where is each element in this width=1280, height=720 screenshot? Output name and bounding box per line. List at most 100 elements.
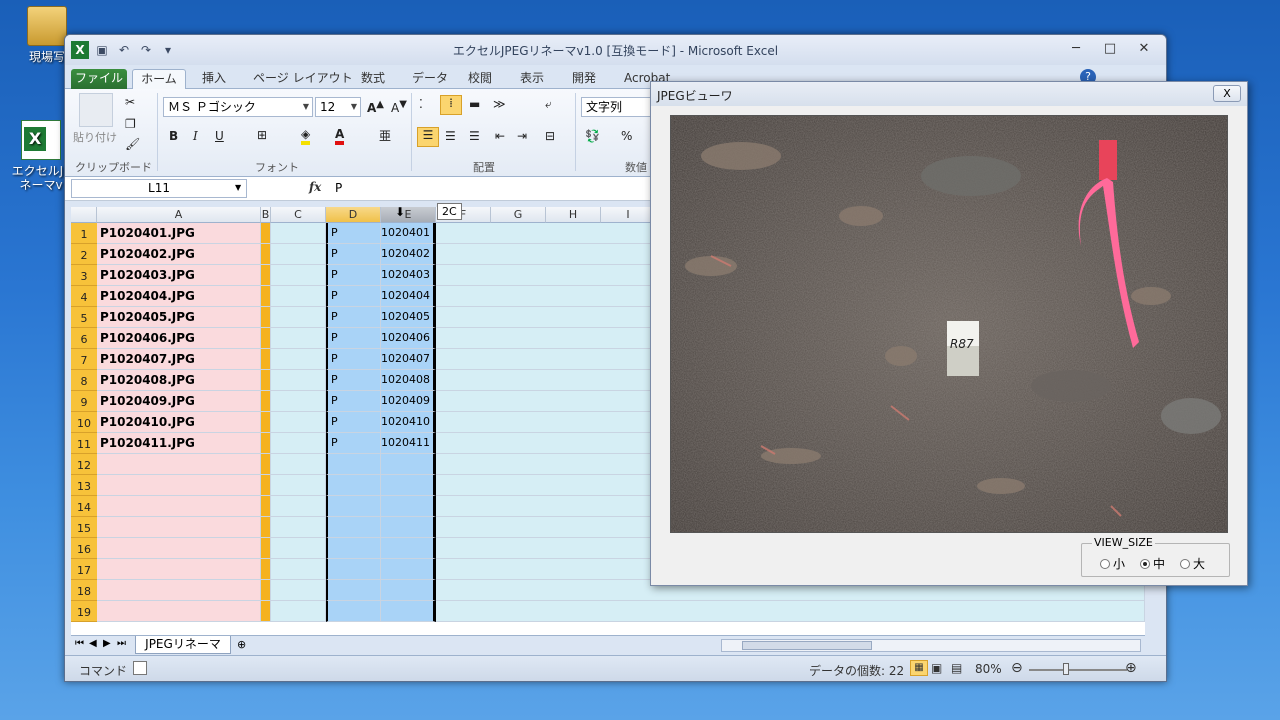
row-header[interactable]: 1 (71, 223, 97, 244)
row-header[interactable]: 15 (71, 517, 97, 538)
cell-d[interactable]: P (326, 370, 381, 391)
cell-b[interactable] (261, 286, 271, 307)
paste-icon[interactable] (79, 93, 113, 127)
align-center-icon[interactable]: ☰ (445, 129, 456, 143)
increase-indent-icon[interactable]: ⇥ (517, 129, 527, 143)
cell-e[interactable]: 1020406 (381, 328, 436, 349)
radio-small[interactable]: 小 (1100, 555, 1125, 572)
copy-icon[interactable]: ❐ (125, 117, 136, 131)
cell-c[interactable] (271, 328, 326, 349)
cell-a[interactable] (97, 601, 261, 622)
cell-e[interactable]: 1020407 (381, 349, 436, 370)
cell-d[interactable]: P (326, 307, 381, 328)
cell-b[interactable] (261, 580, 271, 601)
grow-font-icon[interactable]: A▲ (367, 99, 384, 115)
cell-e[interactable] (381, 538, 436, 559)
cell-e[interactable]: 1020404 (381, 286, 436, 307)
cell-e[interactable]: 1020410 (381, 412, 436, 433)
name-box-dropdown-icon[interactable]: ▼ (235, 183, 241, 192)
cell-a[interactable]: P1020405.JPG (97, 307, 261, 328)
cell-c[interactable] (271, 496, 326, 517)
cell-b[interactable] (261, 244, 271, 265)
col-header-g[interactable]: G (491, 207, 546, 223)
horizontal-scrollbar[interactable] (721, 639, 1141, 652)
radio-medium[interactable]: 中 (1140, 555, 1165, 572)
cell-d[interactable]: P (326, 349, 381, 370)
cell-c[interactable] (271, 538, 326, 559)
cell-d[interactable] (326, 454, 381, 475)
horizontal-scroll-thumb[interactable] (742, 641, 872, 650)
fill-color-icon[interactable]: ◈ (301, 127, 311, 145)
zoom-in-icon[interactable]: ⊕ (1125, 660, 1137, 676)
cell-a[interactable]: P1020406.JPG (97, 328, 261, 349)
cell-c[interactable] (271, 580, 326, 601)
cell-e[interactable]: 1020411 (381, 433, 436, 454)
viewer-close-button[interactable]: X (1213, 85, 1241, 102)
align-bottom-icon[interactable]: ▬ (469, 97, 480, 111)
cell-d[interactable]: P (326, 265, 381, 286)
cell-rest[interactable] (436, 601, 1145, 622)
percent-icon[interactable]: % (621, 129, 632, 143)
cell-b[interactable] (261, 454, 271, 475)
row-header[interactable]: 7 (71, 349, 97, 370)
sheet-nav-prev-icon[interactable]: ◀ (89, 638, 97, 649)
cell-b[interactable] (261, 265, 271, 286)
cell-a[interactable]: P1020401.JPG (97, 223, 261, 244)
orientation-icon[interactable]: ≫ (493, 97, 506, 111)
cell-a[interactable] (97, 517, 261, 538)
cell-d[interactable]: P (326, 244, 381, 265)
cell-c[interactable] (271, 286, 326, 307)
align-left-icon[interactable]: ☰ (417, 127, 439, 147)
row-header[interactable]: 11 (71, 433, 97, 454)
tab-view[interactable]: 表示 (520, 69, 544, 89)
cell-e[interactable]: 1020402 (381, 244, 436, 265)
row-header[interactable]: 17 (71, 559, 97, 580)
cell-a[interactable]: P1020410.JPG (97, 412, 261, 433)
cell-a[interactable] (97, 475, 261, 496)
cell-c[interactable] (271, 265, 326, 286)
tab-file[interactable]: ファイル (71, 69, 127, 89)
col-header-b[interactable]: B (261, 207, 271, 223)
row-header[interactable]: 2 (71, 244, 97, 265)
cell-e[interactable] (381, 559, 436, 580)
cell-a[interactable]: P1020411.JPG (97, 433, 261, 454)
cell-b[interactable] (261, 349, 271, 370)
bold-button[interactable]: B (169, 129, 178, 143)
cell-b[interactable] (261, 433, 271, 454)
tab-insert[interactable]: 挿入 (202, 69, 226, 89)
cell-e[interactable] (381, 601, 436, 622)
align-top-icon[interactable]: ⁚ (419, 97, 423, 111)
font-size-select[interactable]: 12 ▼ (315, 97, 361, 117)
cell-e[interactable]: 1020409 (381, 391, 436, 412)
cell-e[interactable]: 1020405 (381, 307, 436, 328)
cell-d[interactable] (326, 517, 381, 538)
cell-d[interactable]: P (326, 328, 381, 349)
tab-page-layout[interactable]: ページ レイアウト (253, 69, 353, 89)
cell-c[interactable] (271, 370, 326, 391)
formula-input[interactable]: P (335, 181, 342, 195)
cell-e[interactable] (381, 517, 436, 538)
cell-b[interactable] (261, 370, 271, 391)
cell-d[interactable]: P (326, 433, 381, 454)
row-header[interactable]: 13 (71, 475, 97, 496)
close-button[interactable]: ✕ (1130, 41, 1158, 59)
number-format-select[interactable]: 文字列 (581, 97, 651, 117)
cell-b[interactable] (261, 559, 271, 580)
tab-formulas[interactable]: 数式 (361, 69, 385, 89)
cell-d[interactable]: P (326, 223, 381, 244)
cell-e[interactable] (381, 454, 436, 475)
cell-b[interactable] (261, 601, 271, 622)
cell-b[interactable] (261, 496, 271, 517)
phonetic-icon[interactable]: 亜 (379, 127, 391, 144)
cell-e[interactable] (381, 496, 436, 517)
cell-d[interactable]: P (326, 391, 381, 412)
cell-e[interactable] (381, 580, 436, 601)
align-right-icon[interactable]: ☰ (469, 129, 480, 143)
col-header-a[interactable]: A (97, 207, 261, 223)
zoom-level[interactable]: 80% (975, 662, 1002, 676)
cell-a[interactable] (97, 559, 261, 580)
row-header[interactable]: 9 (71, 391, 97, 412)
shrink-font-icon[interactable]: A▼ (391, 99, 407, 115)
fx-icon[interactable]: fx (309, 180, 321, 194)
cell-a[interactable]: P1020408.JPG (97, 370, 261, 391)
